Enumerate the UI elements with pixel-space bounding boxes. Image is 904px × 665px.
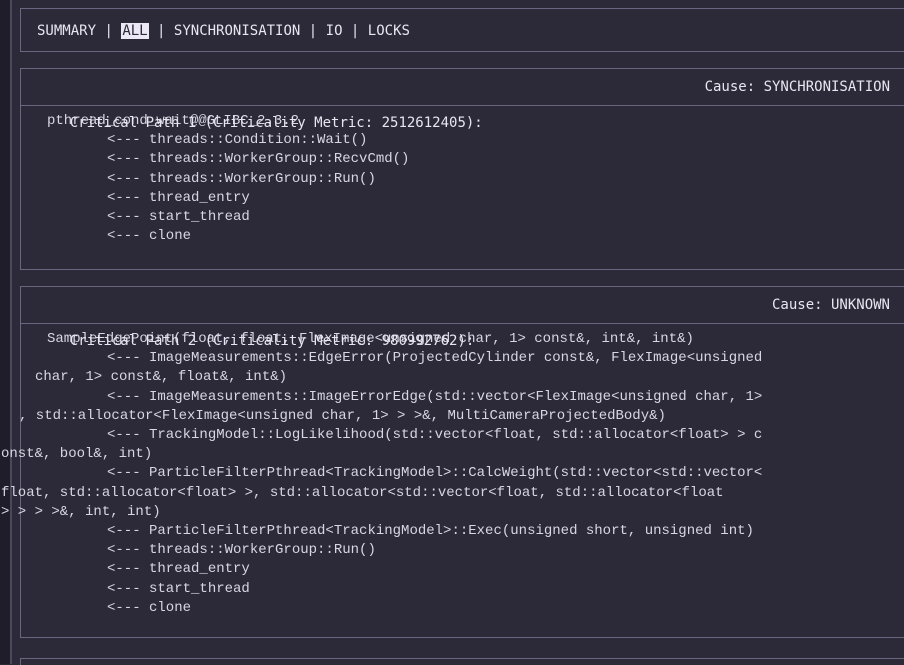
tab-synchronisation[interactable]: SYNCHRONISATION <box>174 23 300 39</box>
critical-path-header: Critical Path 1 (Criticality Metric: 251… <box>21 69 904 131</box>
tab-separator: | <box>148 23 174 39</box>
cause-label: Cause: UNKNOWN <box>771 297 890 313</box>
view-tab-bar: SUMMARY | ALL | SYNCHRONISATION | IO | L… <box>20 8 904 52</box>
critical-path-title: Critical Path 1 (Criticality Metric: 251… <box>69 115 483 131</box>
critical-path-panel-1: Critical Path 1 (Criticality Metric: 251… <box>20 68 904 270</box>
trace-line: <--- start_thread <box>107 580 250 597</box>
trace-line: <--- clone <box>107 228 192 245</box>
trace-line: <--- ImageMeasurements::ImageErrorEdge(s… <box>107 388 763 405</box>
tab-summary[interactable]: SUMMARY <box>37 23 96 39</box>
trace-line: <--- threads::WorkerGroup::Run() <box>107 170 376 187</box>
trace-line: <--- clone <box>107 599 192 616</box>
critical-path-title: Critical Path 2 (Criticality Metric: 980… <box>69 333 475 349</box>
tab-separator: | <box>342 23 368 39</box>
trace-line: <--- start_thread <box>107 209 250 226</box>
critical-path-panel-2: Critical Path 2 (Criticality Metric: 980… <box>1 286 904 638</box>
left-divider <box>10 0 12 664</box>
tab-locks[interactable]: LOCKS <box>368 23 410 39</box>
trace-line: float, std::allocator<float> >, std::all… <box>1 484 724 501</box>
tab-all[interactable]: ALL <box>121 23 149 39</box>
trace-line: <--- threads::WorkerGroup::RecvCmd() <box>107 151 410 168</box>
trace-line: <--- threads::WorkerGroup::Run() <box>107 542 376 559</box>
trace-line: <--- thread_entry <box>107 561 250 578</box>
trace-line: <--- thread_entry <box>107 189 250 206</box>
tab-separator: | <box>300 23 326 39</box>
trace-line: <--- TrackingModel::LogLikelihood(std::v… <box>107 427 763 444</box>
trace-line: <--- ParticleFilterPthread<TrackingModel… <box>107 465 763 482</box>
left-gutter <box>0 0 10 664</box>
trace-line: onst&, bool&, int) <box>1 446 153 463</box>
tab-separator: | <box>96 23 122 39</box>
trace-line: char, 1> const&, float&, int&) <box>35 369 288 386</box>
trace-line: <--- ParticleFilterPthread<TrackingModel… <box>107 523 754 540</box>
trace-line: > > > >&, int, int) <box>1 503 161 520</box>
trace-line: , std::allocator<FlexImage<unsigned char… <box>19 407 666 424</box>
cause-label: Cause: SYNCHRONISATION <box>704 79 890 95</box>
stack-trace: SampleEdgePoint(float, float, FlexImage<… <box>1 324 904 618</box>
tab-io[interactable]: IO <box>326 23 343 39</box>
critical-path-header: Critical Path 2 (Criticality Metric: 980… <box>21 287 904 349</box>
